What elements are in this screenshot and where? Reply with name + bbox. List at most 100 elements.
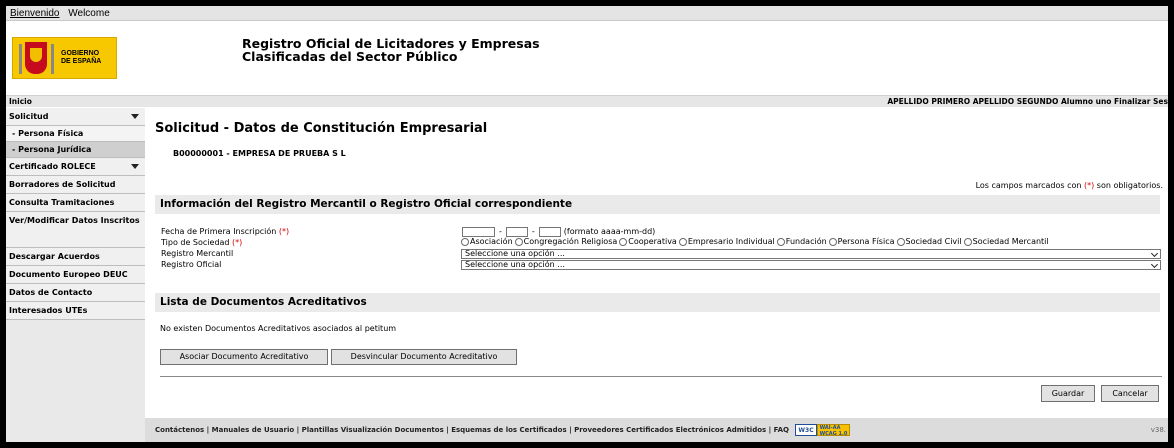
fecha-label-text: Fecha de Primera Inscripción — [161, 227, 277, 236]
sidebar-item-label: Descargar Acuerdos — [9, 252, 100, 261]
sidebar-item-persona-fisica[interactable]: - Persona Física — [6, 126, 145, 142]
sidebar-item-label: Documento Europeo DEUC — [9, 270, 128, 279]
sidebar-item-consulta-tramitaciones[interactable]: Consulta Tramitaciones — [6, 194, 145, 212]
radio-circle-icon — [776, 237, 785, 246]
logo-text-line1: GOBIERNO — [61, 50, 100, 57]
radio-circle-icon — [828, 237, 837, 246]
main-content: Solicitud - Datos de Constitución Empres… — [155, 108, 1168, 408]
radio-empresario-individual[interactable]: Empresario Individual — [678, 237, 775, 246]
registro-mercantil-label: Registro Mercantil — [161, 249, 234, 258]
radio-circle-icon — [514, 237, 523, 246]
sidebar-item-descargar-acuerdos[interactable]: Descargar Acuerdos — [6, 248, 145, 266]
radio-asociacion[interactable]: Asociación — [461, 237, 513, 246]
sidebar-item-label: - Persona Jurídica — [12, 145, 92, 154]
fecha-day-input[interactable] — [538, 226, 561, 237]
radio-circle-icon — [896, 237, 905, 246]
logo-text: GOBIERNO DE ESPAÑA — [61, 50, 101, 66]
wai-badge-line2: WCAG 1.0 — [819, 431, 848, 437]
date-separator: - — [499, 227, 502, 236]
radio-congregacion-religiosa[interactable]: Congregación Religiosa — [514, 237, 618, 246]
fecha-month-input[interactable] — [505, 226, 528, 237]
site-title: Registro Oficial de Licitadores y Empres… — [242, 37, 540, 63]
radio-label: Persona Física — [837, 237, 895, 246]
no-documents-message: No existen Documentos Acreditativos asoc… — [160, 324, 397, 333]
radio-circle-icon — [963, 237, 972, 246]
radio-label: Sociedad Mercantil — [972, 237, 1049, 246]
sidebar-item-label: - Persona Física — [12, 129, 84, 138]
sidebar: Solicitud - Persona Física - Persona Jur… — [6, 108, 145, 442]
tipo-sociedad-label: Tipo de Sociedad (*) — [161, 238, 242, 247]
radio-sociedad-mercantil[interactable]: Sociedad Mercantil — [963, 237, 1049, 246]
required-mark: (*) — [278, 227, 290, 236]
lang-link-spanish[interactable]: Bienvenido — [10, 8, 59, 19]
tipo-sociedad-radios: Asociación Congregación Religiosa Cooper… — [461, 237, 1051, 246]
sidebar-item-datos-contacto[interactable]: Datos de Contacto — [6, 284, 145, 302]
radio-circle-icon — [461, 237, 469, 246]
sidebar-item-label: Ver/Modificar Datos Inscritos — [9, 216, 140, 225]
radio-circle-icon — [678, 237, 687, 246]
sidebar-item-interesados-utes[interactable]: Interesados UTEs — [6, 302, 145, 320]
radio-fundacion[interactable]: Fundación — [776, 237, 827, 246]
chevron-down-icon — [1150, 260, 1159, 269]
radio-sociedad-civil[interactable]: Sociedad Civil — [896, 237, 962, 246]
browser-viewport: Bienvenido Welcome GOBIERNO DE ESPAÑA Re… — [6, 6, 1168, 442]
divider — [160, 376, 1162, 377]
site-title-line2: Clasificadas del Sector Público — [242, 49, 458, 64]
required-mark: (*) — [1083, 181, 1095, 190]
date-separator: - — [531, 227, 535, 236]
coat-of-arms-icon — [25, 42, 47, 74]
radio-label: Congregación Religiosa — [523, 237, 618, 246]
caret-down-icon — [131, 114, 139, 119]
footer: Contáctenos | Manuales de Usuario | Plan… — [145, 418, 1168, 442]
sidebar-item-label: Solicitud — [9, 112, 49, 121]
home-link[interactable]: Inicio — [9, 96, 32, 107]
lang-link-english[interactable]: Welcome — [68, 8, 110, 19]
registro-oficial-select[interactable]: Seleccione una opción ... — [461, 260, 1161, 270]
required-mark: (*) — [232, 238, 243, 247]
user-info[interactable]: APELLIDO PRIMERO APELLIDO SEGUNDO Alumno… — [887, 96, 1168, 107]
logo-column-left — [19, 44, 22, 74]
cancelar-button[interactable]: Cancelar — [1101, 385, 1159, 402]
fecha-format-hint: (formato aaaa-mm-dd) — [563, 227, 656, 236]
sidebar-item-persona-juridica[interactable]: - Persona Jurídica — [6, 142, 145, 158]
sidebar-item-solicitud[interactable]: Solicitud — [6, 108, 145, 126]
company-name: B00000001 - EMPRESA DE PRUEBA S L — [173, 149, 346, 158]
radio-label: Cooperativa — [628, 237, 677, 246]
select-value: Seleccione una opción ... — [465, 249, 565, 258]
chevron-down-icon — [1150, 249, 1159, 258]
top-strip: Inicio APELLIDO PRIMERO APELLIDO SEGUNDO… — [6, 95, 1168, 107]
mandatory-note: Los campos marcados con (*) son obligato… — [976, 181, 1163, 190]
footer-links[interactable]: Contáctenos | Manuales de Usuario | Plan… — [155, 426, 789, 434]
desvincular-documento-button[interactable]: Desvincular Documento Acreditativo — [331, 349, 517, 365]
section-registro-header: Información del Registro Mercantil o Reg… — [155, 195, 1160, 214]
radio-persona-fisica[interactable]: Persona Física — [828, 237, 895, 246]
radio-circle-icon — [619, 237, 628, 246]
radio-cooperativa[interactable]: Cooperativa — [619, 237, 677, 246]
guardar-button[interactable]: Guardar — [1041, 385, 1095, 402]
logo-column-right — [51, 44, 54, 74]
sidebar-item-certificado-rolece[interactable]: Certificado ROLECE — [6, 158, 145, 176]
gobierno-logo: GOBIERNO DE ESPAÑA — [12, 37, 117, 79]
section-documentos-header: Lista de Documentos Acreditativos — [155, 293, 1160, 312]
mandatory-note-text: Los campos marcados con — [975, 181, 1084, 190]
sidebar-item-ver-modificar[interactable]: Ver/Modificar Datos Inscritos — [6, 212, 145, 248]
registro-mercantil-select[interactable]: Seleccione una opción ... — [461, 249, 1161, 259]
language-bar: Bienvenido Welcome — [6, 6, 1168, 21]
site-header: GOBIERNO DE ESPAÑA Registro Oficial de L… — [6, 21, 1168, 95]
mandatory-note-text-end: son obligatorios. — [1094, 181, 1163, 190]
radio-label: Empresario Individual — [687, 237, 775, 246]
page-title: Solicitud - Datos de Constitución Empres… — [155, 121, 488, 136]
fecha-inscripcion-label: Fecha de Primera Inscripción (*) — [161, 227, 289, 236]
logo-text-line2: DE ESPAÑA — [61, 58, 102, 65]
tipo-label-text: Tipo de Sociedad — [161, 238, 230, 247]
sidebar-item-label: Consulta Tramitaciones — [9, 198, 115, 207]
sidebar-item-label: Interesados UTEs — [9, 306, 88, 315]
select-value: Seleccione una opción ... — [465, 260, 565, 269]
fecha-year-input[interactable] — [462, 226, 495, 237]
radio-label: Asociación — [470, 237, 513, 246]
radio-label: Fundación — [785, 237, 827, 246]
asociar-documento-button[interactable]: Asociar Documento Acreditativo — [160, 349, 328, 365]
sidebar-item-documento-deuc[interactable]: Documento Europeo DEUC — [6, 266, 145, 284]
registro-oficial-label: Registro Oficial — [161, 260, 222, 269]
sidebar-item-borradores[interactable]: Borradores de Solicitud — [6, 176, 145, 194]
